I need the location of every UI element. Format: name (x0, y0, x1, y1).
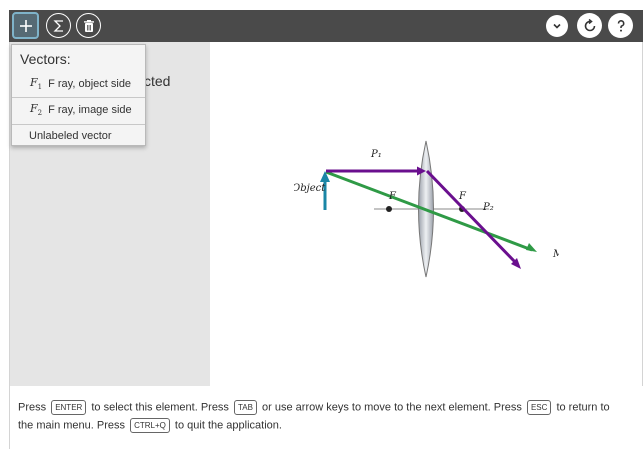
delete-button[interactable] (76, 13, 101, 38)
status-text: to return to (556, 401, 610, 414)
help-button[interactable] (608, 13, 633, 38)
menu-item-f1[interactable]: F1 F ray, object side (12, 73, 145, 95)
plus-icon (19, 19, 32, 32)
sigma-icon (52, 19, 63, 32)
sidebar-partial-text: cted (144, 73, 171, 89)
chevron-down-icon (553, 23, 561, 29)
status-text: to quit the application. (174, 419, 282, 432)
label-p1: P₁ (370, 149, 382, 160)
key-esc: ESC (526, 400, 552, 415)
menu-item-unlabeled[interactable]: Unlabeled vector (12, 126, 145, 146)
refresh-button[interactable] (577, 13, 602, 38)
vectors-menu: Vectors: F1 F ray, object side F2 F ray,… (11, 44, 146, 146)
menu-separator (12, 97, 145, 98)
menu-item-label: Unlabeled vector (29, 130, 112, 142)
status-text: the main menu. Press (18, 419, 125, 432)
label-focus-left: F (388, 191, 397, 202)
ray-p2 (425, 169, 518, 265)
ray-diagram-svg: Object P₁ P₂ F F M (292, 140, 564, 278)
ray-m-arrowhead (526, 243, 537, 252)
key-tab: TAB (234, 400, 257, 415)
refresh-icon (584, 18, 595, 31)
status-text: to select this element. Press (91, 401, 229, 414)
vector-symbol-f1: F1 (30, 76, 43, 92)
status-text: or use arrow keys to move to the next el… (262, 401, 522, 414)
label-m: M (552, 249, 559, 260)
menu-separator (12, 124, 145, 125)
menu-item-label: F ray, image side (48, 104, 132, 116)
trash-icon (83, 19, 94, 32)
status-line-1: Press ENTER to select this element. Pres… (18, 400, 610, 415)
add-button[interactable] (12, 12, 39, 39)
menu-item-label: F ray, object side (48, 78, 132, 90)
key-enter: ENTER (51, 400, 87, 415)
sum-button[interactable] (46, 13, 71, 38)
ray-diagram: Object P₁ P₂ F F M (292, 87, 564, 351)
label-focus-right: F (458, 191, 467, 202)
menu-item-f2[interactable]: F2 F ray, image side (12, 99, 145, 121)
menu-title: Vectors: (20, 51, 71, 67)
toolbar (9, 10, 643, 42)
status-bar: Press ENTER to select this element. Pres… (10, 386, 643, 449)
focal-point-left (386, 206, 392, 212)
label-p2: P₂ (482, 202, 494, 213)
status-line-2: the main menu. Press CTRL+Q to quit the … (18, 418, 282, 433)
status-text: Press (18, 401, 47, 414)
vector-symbol-f2: F2 (30, 102, 43, 118)
key-ctrl-q: CTRL+Q (130, 418, 170, 433)
question-icon (617, 19, 624, 32)
dropdown-button[interactable] (546, 15, 568, 37)
label-object: Object (294, 183, 326, 194)
